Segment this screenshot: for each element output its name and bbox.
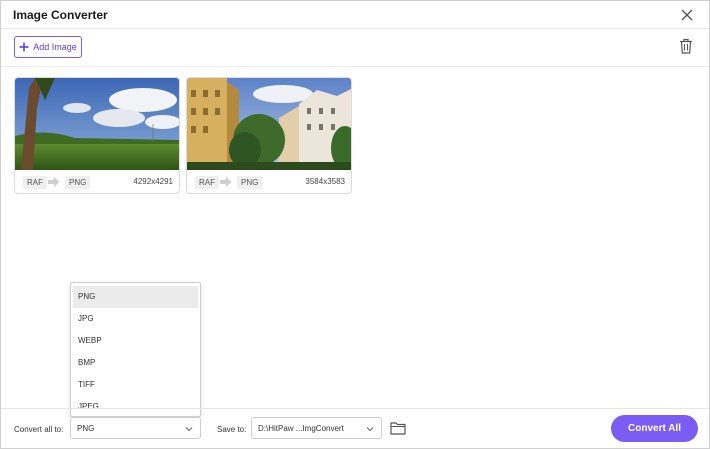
arrow-right-icon bbox=[48, 177, 60, 187]
close-icon[interactable] bbox=[679, 7, 695, 23]
image-meta-row: RAF PNG 3584x3583 bbox=[187, 170, 351, 193]
image-thumbnail-field bbox=[187, 78, 351, 170]
source-format-badge: RAF bbox=[195, 176, 219, 189]
chevron-down-icon bbox=[366, 427, 374, 432]
save-to-select[interactable]: D:\HitPaw ...ImgConvert bbox=[251, 417, 382, 439]
format-option-tiff[interactable]: TIFF bbox=[73, 374, 198, 396]
format-option-jpg[interactable]: JPG bbox=[73, 308, 198, 330]
image-card[interactable]: RAF PNG 3584x3583 bbox=[186, 77, 352, 194]
convert-all-label: Convert all to: bbox=[14, 425, 64, 434]
format-option-png[interactable]: PNG bbox=[73, 286, 198, 308]
image-thumbnail-field bbox=[15, 78, 179, 170]
footer-bar: Convert all to: PNG Save to: D:\HitPaw .… bbox=[1, 408, 709, 448]
image-converter-window: Image Converter Add Image RAF PNG 4292x4… bbox=[0, 0, 710, 449]
image-card[interactable]: RAF PNG 4292x4291 bbox=[14, 77, 180, 194]
format-dropdown-menu: PNG JPG WEBP BMP TIFF JPEG bbox=[70, 282, 201, 417]
toolbar: Add Image bbox=[1, 29, 709, 67]
save-to-label: Save to: bbox=[217, 425, 247, 434]
add-image-label: Add Image bbox=[33, 42, 77, 52]
target-format-badge: PNG bbox=[65, 176, 91, 189]
source-format-badge: RAF bbox=[23, 176, 47, 189]
folder-icon[interactable] bbox=[390, 421, 406, 435]
format-option-webp[interactable]: WEBP bbox=[73, 330, 198, 352]
save-to-path: D:\HitPaw ...ImgConvert bbox=[258, 424, 344, 433]
plus-icon bbox=[19, 42, 29, 52]
format-option-bmp[interactable]: BMP bbox=[73, 352, 198, 374]
convert-all-button[interactable]: Convert All bbox=[611, 415, 698, 442]
add-image-button[interactable]: Add Image bbox=[14, 36, 82, 58]
title-bar: Image Converter bbox=[1, 1, 709, 29]
arrow-right-icon bbox=[220, 177, 232, 187]
image-dimensions: 3584x3583 bbox=[305, 177, 345, 186]
chevron-down-icon bbox=[185, 427, 193, 432]
convert-format-value: PNG bbox=[77, 424, 95, 433]
window-title: Image Converter bbox=[13, 8, 108, 22]
image-dimensions: 4292x4291 bbox=[133, 177, 173, 186]
image-meta-row: RAF PNG 4292x4291 bbox=[15, 170, 179, 193]
convert-format-select[interactable]: PNG bbox=[70, 417, 201, 439]
target-format-badge: PNG bbox=[237, 176, 263, 189]
trash-icon[interactable] bbox=[679, 38, 693, 54]
